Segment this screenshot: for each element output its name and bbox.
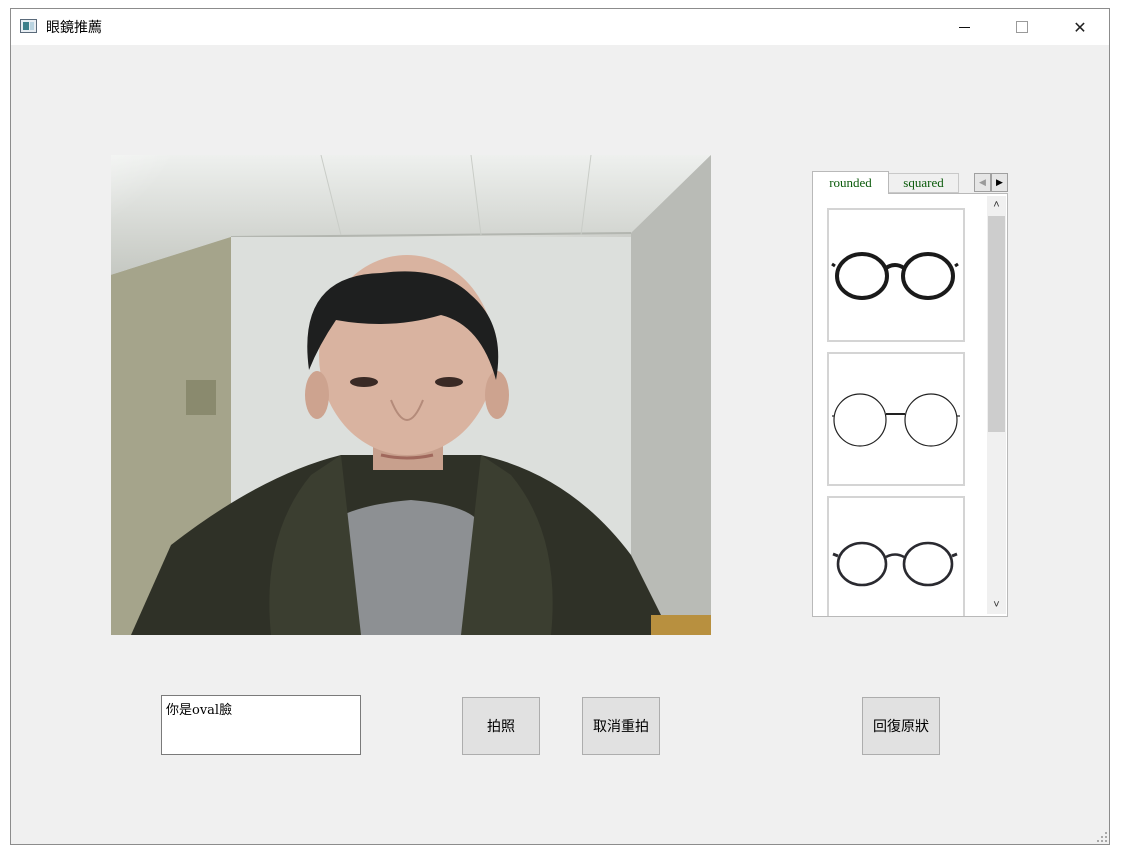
cancel-retake-button[interactable]: 取消重拍: [582, 697, 660, 755]
glasses-style-tabs: rounded squared ◀ ▶: [812, 171, 1012, 194]
round-thick-frame-glasses-icon: [831, 252, 959, 300]
tab-squared[interactable]: squared: [889, 173, 959, 193]
chevron-up-icon: ˄: [993, 199, 1000, 211]
chevron-right-icon: ▶: [996, 177, 1003, 187]
camera-preview: [111, 155, 711, 635]
minimize-button[interactable]: [941, 9, 987, 45]
scrollbar-thumb[interactable]: [988, 216, 1005, 432]
maximize-icon: [1016, 21, 1028, 33]
capture-photo-button[interactable]: 拍照: [462, 697, 540, 755]
round-medium-frame-glasses-icon: [832, 541, 958, 587]
title-bar[interactable]: 眼鏡推薦 ✕: [11, 9, 1109, 45]
scroll-up-button[interactable]: ˄: [987, 196, 1006, 214]
window-title: 眼鏡推薦: [46, 20, 102, 36]
glasses-item[interactable]: [827, 208, 965, 342]
face-shape-result-textbox[interactable]: 你是oval臉: [161, 695, 361, 755]
app-window: 眼鏡推薦 ✕ rounded squared ◀ ▶ ˄ ˅ 你是oval臉 拍…: [10, 8, 1110, 845]
app-icon: [20, 19, 37, 33]
tab-scroll-left-button[interactable]: ◀: [974, 173, 991, 192]
chevron-left-icon: ◀: [979, 177, 986, 187]
chevron-down-icon: ˅: [993, 599, 1000, 611]
glasses-item[interactable]: [827, 352, 965, 486]
resize-grip-icon[interactable]: [1097, 832, 1107, 842]
round-thin-wire-glasses-icon: [832, 393, 960, 447]
close-icon: ✕: [1073, 17, 1087, 37]
tab-rounded[interactable]: rounded: [812, 171, 889, 194]
glasses-item[interactable]: [827, 496, 965, 616]
glasses-list-panel: ˄ ˅: [812, 193, 1008, 617]
tab-scroll-right-button[interactable]: ▶: [991, 173, 1008, 192]
scroll-down-button[interactable]: ˅: [987, 596, 1006, 614]
list-scrollbar[interactable]: ˄ ˅: [987, 196, 1006, 614]
camera-feed-image: [111, 155, 711, 635]
maximize-button[interactable]: [999, 9, 1045, 45]
restore-button[interactable]: 回復原狀: [862, 697, 940, 755]
close-button[interactable]: ✕: [1057, 9, 1103, 45]
minimize-icon: [958, 26, 970, 28]
